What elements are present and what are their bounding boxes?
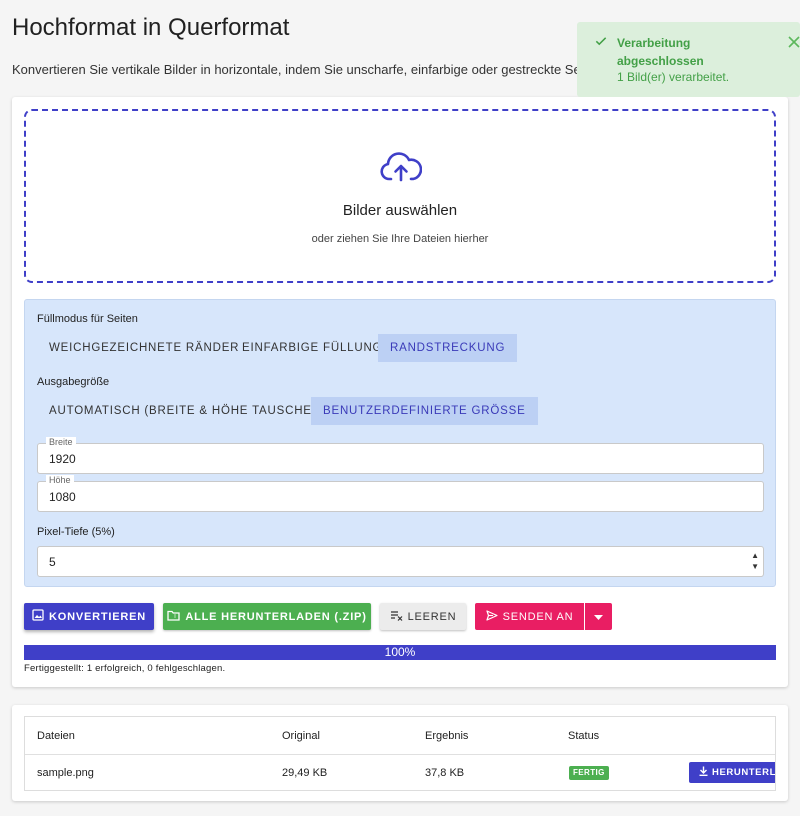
output-size-label: Ausgabegröße [37,376,110,388]
results-card: Dateien Original Ergebnis Status sample.… [12,705,788,801]
fill-mode-blur[interactable]: WEICHGEZEICHNETE RÄNDER [37,334,251,362]
send-to-label: SENDEN AN [502,610,574,623]
width-value: 1920 [49,452,76,466]
pixel-depth-input[interactable]: 5 ▲ ▼ [37,546,764,577]
dropzone-subtitle: oder ziehen Sie Ihre Dateien hierher [311,233,489,245]
fill-mode-solid[interactable]: EINFARBIGE FÜLLUNG [230,334,394,362]
convert-button[interactable]: KONVERTIEREN [24,603,154,630]
convert-label: KONVERTIEREN [49,610,146,623]
download-icon [699,766,708,779]
progress-bar: 100% [24,645,776,660]
file-dropzone[interactable]: Bilder auswählen oder ziehen Sie Ihre Da… [24,109,776,283]
download-all-label: ALLE HERUNTERLADEN (.ZIP) [185,610,367,623]
image-icon [32,609,44,624]
output-size-custom[interactable]: BENUTZERDEFINIERTE GRÖSSE [311,397,538,425]
height-label: Höhe [46,475,74,486]
toast-message: 1 Bild(er) verarbeitet. [617,70,730,84]
stepper-arrows-icon[interactable]: ▲ ▼ [751,550,759,572]
cell-original-size: 29,49 KB [282,767,328,779]
column-header-result: Ergebnis [425,730,469,742]
dropzone-title: Bilder auswählen [342,202,458,219]
page-title: Hochformat in Querformat [12,14,290,41]
pixel-depth-label: Pixel-Tiefe (5%) [37,526,115,538]
cell-result-size: 37,8 KB [425,767,465,779]
header-divider [25,754,775,755]
download-label: HERUNTERLADEN [712,767,776,778]
fill-mode-label: Füllmodus für Seiten [37,313,138,325]
download-all-button[interactable]: ALLE HERUNTERLADEN (.ZIP) [163,603,371,630]
caret-down-icon [594,611,603,623]
height-value: 1080 [49,490,76,504]
success-toast: Verarbeitung abgeschlossen 1 Bild(er) ve… [577,22,800,97]
toast-title: Verarbeitung abgeschlossen [617,36,704,68]
width-field[interactable]: Breite 1920 [37,437,764,474]
column-header-status: Status [568,730,600,742]
status-badge: FERTIG [569,766,609,780]
fill-mode-stretch[interactable]: RANDSTRECKUNG [378,334,518,362]
results-table: Dateien Original Ergebnis Status sample.… [24,716,776,791]
width-label: Breite [46,437,76,448]
send-to-button[interactable]: SENDEN AN [475,603,584,630]
progress-label: 100% [384,645,416,659]
send-icon [486,609,498,624]
height-field[interactable]: Höhe 1080 [37,475,764,512]
progress-summary: Fertiggestellt: 1 erfolgreich, 0 fehlges… [24,663,226,674]
output-size-auto[interactable]: AUTOMATISCH (BREITE & HÖHE TAUSCHEN) [37,397,338,425]
converter-card: Bilder auswählen oder ziehen Sie Ihre Da… [12,97,788,687]
send-to-dropdown-button[interactable] [585,603,612,630]
settings-panel: Füllmodus für Seiten WEICHGEZEICHNETE RÄ… [24,299,776,587]
column-header-files: Dateien [37,730,75,742]
pixel-depth-value: 5 [49,555,56,569]
column-header-original: Original [282,730,320,742]
download-button[interactable]: HERUNTERLADEN [689,762,776,783]
page-subtitle: Konvertieren Sie vertikale Bilder in hor… [12,62,602,77]
check-icon [594,34,608,53]
folder-zip-icon [167,610,180,624]
clear-button[interactable]: LEEREN [380,603,466,630]
cloud-upload-icon [380,151,423,188]
clear-list-icon [390,610,403,624]
clear-label: LEEREN [407,610,457,623]
cell-file-name: sample.png [37,767,94,779]
close-icon[interactable] [788,35,800,53]
